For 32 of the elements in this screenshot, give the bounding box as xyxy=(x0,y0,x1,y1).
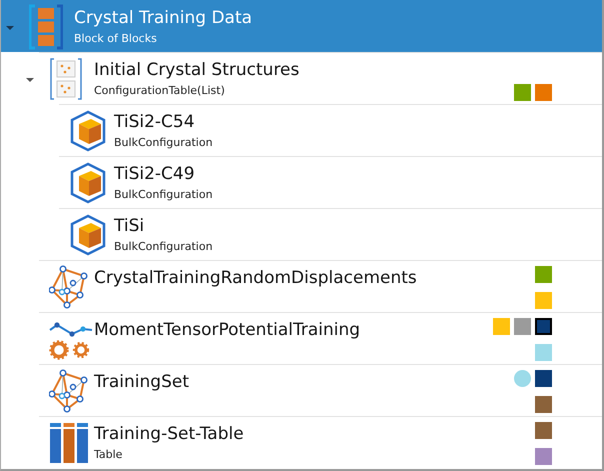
item-type: ConfigurationTable(List) xyxy=(94,83,226,99)
caret-icon[interactable] xyxy=(25,75,35,85)
tree-row[interactable]: MomentTensorPotentialTraining xyxy=(1,312,602,364)
item-title: Initial Crystal Structures xyxy=(94,59,300,82)
crystal-list-icon xyxy=(49,56,83,102)
item-type: Table xyxy=(94,447,124,463)
item-type: BulkConfiguration xyxy=(114,239,213,255)
tree-row[interactable]: TiSi2-C49 BulkConfiguration xyxy=(1,156,602,208)
tree-row[interactable]: TiSi BulkConfiguration xyxy=(1,208,602,260)
caret-icon[interactable] xyxy=(5,23,15,33)
item-title: Training-Set-Table xyxy=(94,423,244,446)
item-title: TiSi xyxy=(114,215,146,238)
tree-row[interactable]: Training-Set-Table Table xyxy=(1,416,602,468)
item-title: MomentTensorPotentialTraining xyxy=(94,319,360,342)
tree-row[interactable]: TrainingSet xyxy=(1,364,602,416)
cube-icon xyxy=(69,214,107,256)
cube-icon xyxy=(69,162,107,204)
item-title: CrystalTrainingRandomDisplacements xyxy=(94,267,417,290)
tree-row[interactable]: CrystalTrainingRandomDisplacements xyxy=(1,260,602,312)
item-type: Block of Blocks xyxy=(74,31,158,47)
tree-row[interactable]: Initial Crystal Structures ConfigurationTable(List) xyxy=(1,52,602,104)
item-type: BulkConfiguration xyxy=(114,187,213,203)
cube-icon xyxy=(69,110,107,152)
item-type: BulkConfiguration xyxy=(114,135,213,151)
stacked-blocks-icon xyxy=(29,4,63,50)
item-title: TiSi2-C54 xyxy=(114,111,196,134)
item-title: TrainingSet xyxy=(94,371,189,394)
tree-row[interactable]: Crystal Training Data Block of Blocks xyxy=(1,0,602,52)
item-title: Crystal Training Data xyxy=(74,7,252,30)
table-icon xyxy=(49,422,89,464)
tree-row[interactable]: TiSi2-C54 BulkConfiguration xyxy=(1,104,602,156)
item-title: TiSi2-C49 xyxy=(114,163,196,186)
